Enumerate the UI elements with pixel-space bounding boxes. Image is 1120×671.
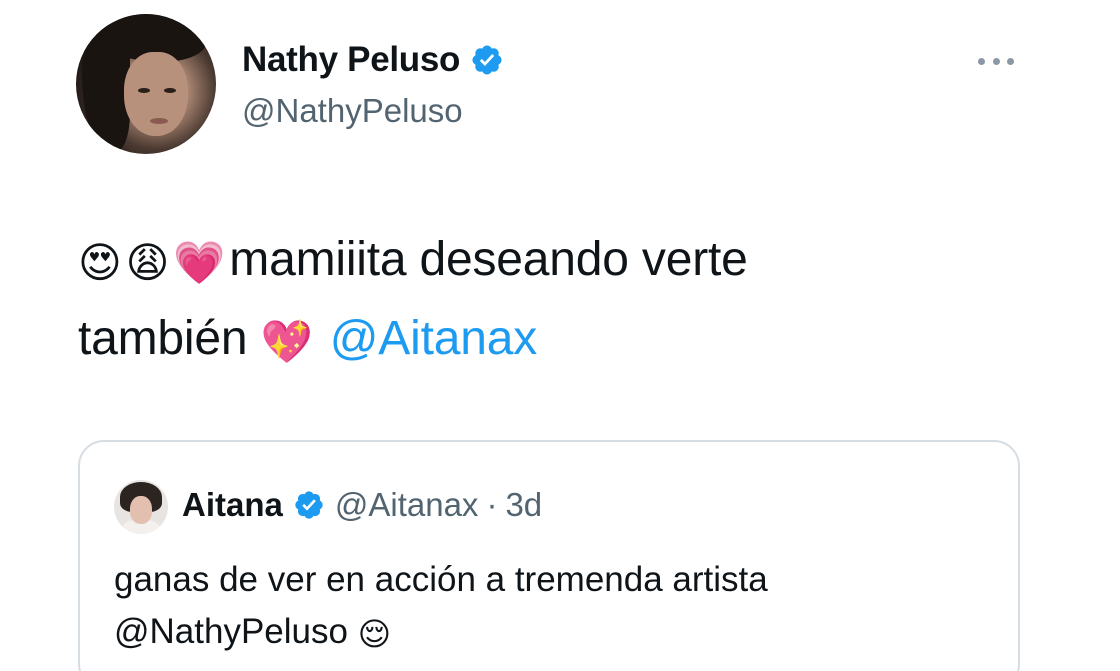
tweet-text-content-2: también — [78, 312, 248, 365]
tweet-text-line-2: también 💖 @Aitanax — [78, 301, 1038, 380]
heart-eyes-emoji-icon: 😍 — [78, 238, 122, 287]
author-avatar[interactable] — [76, 14, 216, 154]
author-name-row[interactable]: Nathy Peluso — [242, 40, 504, 80]
tweet-text: 😍😩💗mamiiita deseando verte también 💖 @Ai… — [78, 222, 1038, 380]
quoted-text-line-1: ganas de ver en acción a tremenda artist… — [114, 560, 768, 599]
verified-badge-icon — [472, 45, 502, 75]
more-options-icon[interactable] — [974, 50, 1018, 72]
quoted-separator: · — [486, 486, 498, 523]
weary-face-emoji-icon: 😩 — [125, 238, 170, 287]
quoted-author-handle[interactable]: @Aitanax — [335, 486, 479, 524]
quoted-author-row: Aitana @Aitanax · 3d — [182, 486, 542, 524]
tweet-text-line-1: 😍😩💗mamiiita deseando verte — [78, 222, 1038, 301]
growing-heart-emoji-icon: 💗 — [173, 238, 226, 287]
relieved-face-emoji-icon: 😌 — [357, 615, 392, 653]
quoted-text-line-2: @NathyPeluso 😌 — [114, 606, 994, 660]
tweet-text-content-1: mamiiita deseando verte — [229, 233, 748, 286]
quoted-author-display-name[interactable]: Aitana — [182, 486, 283, 524]
sparkling-heart-emoji-icon: 💖 — [260, 317, 313, 366]
quoted-verified-badge-icon — [295, 491, 323, 519]
quoted-author-avatar[interactable] — [114, 480, 168, 534]
author-handle[interactable]: @NathyPeluso — [242, 92, 463, 130]
quoted-timestamp[interactable]: 3d — [505, 486, 542, 524]
mention-link-aitanax[interactable]: @Aitanax — [330, 312, 537, 365]
author-display-name[interactable]: Nathy Peluso — [242, 40, 460, 80]
mention-link-nathypeluso[interactable]: @NathyPeluso — [114, 612, 348, 651]
quoted-tweet-text: ganas de ver en acción a tremenda artist… — [114, 554, 994, 660]
quoted-tweet[interactable]: Aitana @Aitanax · 3d ganas de ver en acc… — [78, 440, 1020, 671]
tweet: Nathy Peluso @NathyPeluso 😍😩💗mamiiita de… — [0, 0, 1120, 671]
